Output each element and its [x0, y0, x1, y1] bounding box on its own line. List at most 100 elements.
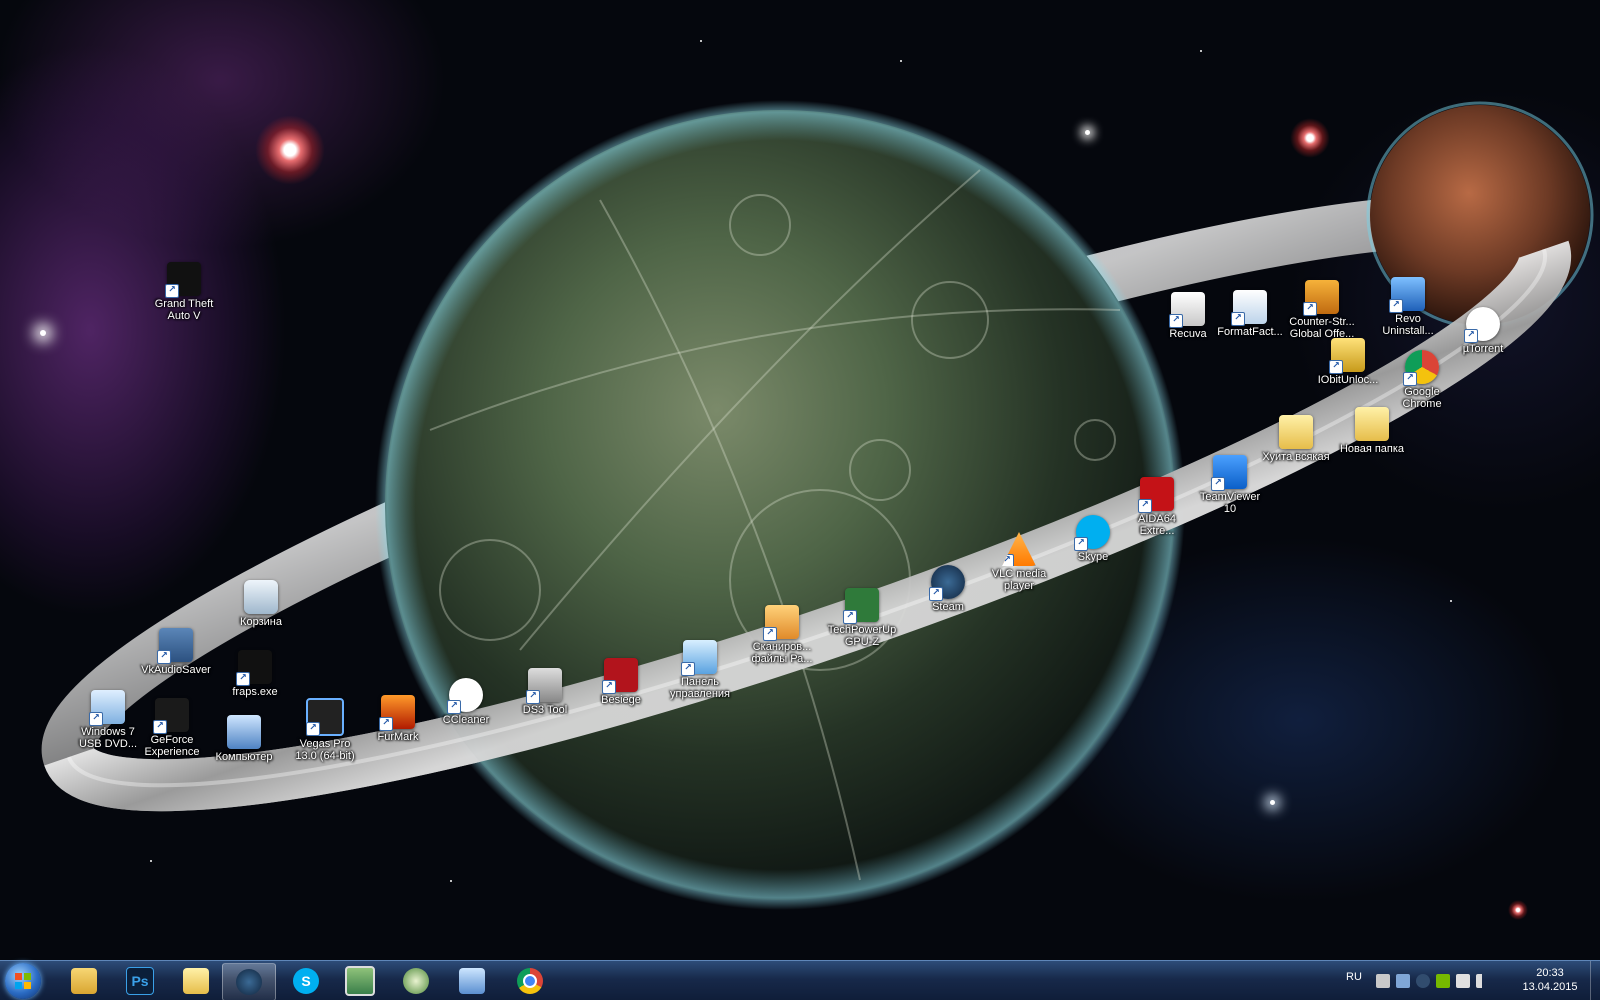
tray-network-icon[interactable]: [1376, 974, 1390, 988]
shortcut-arrow-icon: ↗: [165, 284, 179, 298]
shortcut-arrow-icon: ↗: [379, 717, 393, 731]
shortcut-arrow-icon: ↗: [1002, 554, 1014, 566]
shortcut-arrow-icon: ↗: [602, 680, 616, 694]
vlc-icon: ↗: [1002, 532, 1036, 566]
desktop-icon-label: Skype: [1077, 551, 1109, 563]
shortcut-arrow-icon: ↗: [89, 712, 103, 726]
language-indicator[interactable]: RU: [1346, 971, 1362, 983]
desktop-icon[interactable]: ↗ VkAudioSaver: [136, 628, 216, 676]
desktop-icon[interactable]: ↗ TeamViewer 10: [1190, 455, 1270, 515]
recycle-bin-icon: [244, 580, 278, 614]
shortcut-arrow-icon: ↗: [1303, 302, 1317, 316]
desktop-icon[interactable]: ↗ GeForce Experience: [132, 698, 212, 758]
taskbar-monitor-button[interactable]: [446, 963, 498, 999]
desktop-icon[interactable]: ↗ TechPowerUp GPU-Z: [822, 588, 902, 648]
shortcut-arrow-icon: ↗: [526, 690, 540, 704]
shortcut-arrow-icon: ↗: [153, 720, 167, 734]
folder-icon: [1279, 415, 1313, 449]
desktop-icon-label: Хуита всякая: [1262, 451, 1330, 463]
desktop-icon-label: CCleaner: [442, 714, 490, 726]
shortcut-arrow-icon: ↗: [447, 700, 461, 714]
shortcut-arrow-icon: ↗: [1169, 314, 1183, 328]
show-desktop-button[interactable]: [1590, 961, 1600, 1000]
desktop-icon[interactable]: ↗ Панель управления: [660, 640, 740, 700]
taskbar-explorer-button[interactable]: [58, 963, 110, 999]
desktop-icon[interactable]: ↗ Besiege: [581, 658, 661, 706]
tray-steam-icon[interactable]: [1416, 974, 1430, 988]
desktop-icon[interactable]: ↗ Grand Theft Auto V: [144, 262, 224, 322]
control-panel-icon: ↗: [681, 640, 717, 676]
desktop-icon-label: TeamViewer 10: [1199, 491, 1261, 515]
aida64-icon: ↗: [1138, 477, 1174, 513]
desktop-icon-label: GeForce Experience: [144, 734, 200, 758]
desktop-icon-label: FurMark: [377, 731, 419, 743]
desktop-icon-label: Новая папка: [1339, 443, 1405, 455]
desktop-icon[interactable]: Новая папка: [1332, 407, 1412, 455]
desktop-icon-label: Revo Uninstall...: [1382, 313, 1434, 337]
desktop-icon[interactable]: ↗ Vegas Pro 13.0 (64-bit): [285, 698, 365, 762]
system-clock[interactable]: 20:33 13.04.2015: [1510, 966, 1590, 994]
desktop-icon-label: Besiege: [601, 694, 641, 706]
desktop-icon[interactable]: ↗ Steam: [908, 565, 988, 613]
windows-logo-icon: [15, 973, 31, 989]
desktop-icon[interactable]: ↗ Counter-Str... Global Offe...: [1282, 280, 1362, 340]
desktop-icon-label: Vegas Pro 13.0 (64-bit): [295, 738, 355, 762]
clock-time: 20:33: [1536, 967, 1564, 979]
shortcut-arrow-icon: ↗: [1464, 329, 1478, 343]
desktop-icon[interactable]: ↗ VLC media player: [979, 532, 1059, 592]
desktop-icon[interactable]: ↗ Google Chrome: [1382, 350, 1462, 410]
desktop-icon[interactable]: ↗ Revo Uninstall...: [1368, 277, 1448, 337]
taskbar-photoshop-button[interactable]: Ps: [114, 963, 166, 999]
shortcut-arrow-icon: ↗: [1138, 499, 1152, 513]
desktop-icon[interactable]: ↗ DS3 Tool: [505, 668, 585, 716]
iobit-unlocker-icon: ↗: [1329, 338, 1365, 374]
shortcut-arrow-icon: ↗: [681, 662, 695, 676]
shortcut-arrow-icon: ↗: [306, 722, 320, 736]
desktop-icon[interactable]: Корзина: [221, 580, 301, 628]
desktop-icon[interactable]: ↗ µTorrent: [1443, 307, 1523, 355]
desktop-icon[interactable]: Компьютер: [204, 715, 284, 763]
taskbar-skype-button[interactable]: S: [280, 963, 332, 999]
shortcut-arrow-icon: ↗: [929, 587, 943, 601]
desktop-wallpaper: [0, 0, 1600, 960]
besiege-icon: ↗: [602, 658, 638, 694]
desktop-icon[interactable]: Хуита всякая: [1256, 415, 1336, 463]
taskbar-steam-button[interactable]: [222, 963, 276, 1000]
photoshop-icon: Ps: [126, 967, 154, 995]
desktop-icon-label: fraps.exe: [232, 686, 278, 698]
shortcut-arrow-icon: ↗: [843, 610, 857, 624]
ds3-tool-icon: ↗: [526, 668, 562, 704]
planet-illustration: [41, 100, 1594, 910]
tray-flag-icon[interactable]: [1456, 974, 1470, 988]
shortcut-arrow-icon: ↗: [1389, 299, 1403, 313]
desktop-icon[interactable]: ↗ Сканиров... файлы Ра...: [742, 605, 822, 665]
tray-volume-icon[interactable]: [1476, 974, 1490, 988]
taskbar-chrome-button[interactable]: [504, 963, 556, 999]
csgo-icon: ↗: [1303, 280, 1339, 316]
desktop-icon[interactable]: ↗ CCleaner: [426, 678, 506, 726]
taskbar-folder-button[interactable]: [170, 963, 222, 999]
desktop-icon-label: Компьютер: [215, 751, 273, 763]
desktop-icon-label: IObitUnloc...: [1317, 374, 1379, 386]
gta-v-icon: ↗: [165, 262, 201, 298]
desktop-icon[interactable]: ↗ FormatFact...: [1210, 290, 1290, 338]
taskbar: Ps S RU 20:33 13.04.2015: [0, 960, 1600, 1000]
chrome-icon: [517, 968, 543, 994]
skype-icon: S: [293, 968, 319, 994]
desktop-icon[interactable]: ↗ IObitUnloc...: [1308, 338, 1388, 386]
tray-monitor-icon[interactable]: [1396, 974, 1410, 988]
start-button[interactable]: [5, 963, 41, 999]
taskbar-tool-button[interactable]: [390, 963, 442, 999]
taskbar-photo-viewer-button[interactable]: [334, 963, 386, 999]
desktop-icon[interactable]: ↗ fraps.exe: [215, 650, 295, 698]
folder-library-icon: [71, 968, 97, 994]
desktop-icon-label: Корзина: [240, 616, 282, 628]
desktop-icon[interactable]: ↗ AIDA64 Extre...: [1117, 477, 1197, 537]
shortcut-arrow-icon: ↗: [1231, 312, 1245, 326]
tray-nvidia-icon[interactable]: [1436, 974, 1450, 988]
folder-icon: [1355, 407, 1389, 441]
desktop-icon-label: VkAudioSaver: [141, 664, 211, 676]
steam-icon: ↗: [929, 565, 965, 601]
geforce-icon: ↗: [153, 698, 189, 734]
recuva-icon: ↗: [1169, 292, 1205, 328]
